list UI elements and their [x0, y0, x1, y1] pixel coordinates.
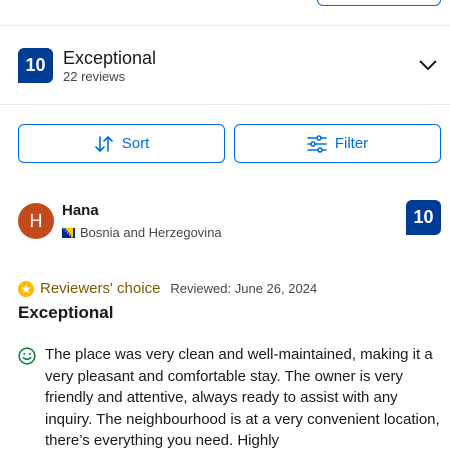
summary-score-badge: 10 — [18, 48, 53, 83]
reviewers-choice-row: Reviewers' choice Reviewed: June 26, 202… — [18, 280, 317, 297]
reviewed-date: Reviewed: June 26, 2024 — [170, 281, 318, 296]
chevron-down-icon[interactable] — [417, 56, 439, 74]
sort-label: Sort — [121, 135, 150, 152]
star-badge-icon — [18, 280, 34, 297]
sort-button[interactable]: Sort — [18, 124, 225, 163]
filter-icon — [307, 134, 327, 153]
summary-title: Exceptional — [63, 48, 157, 68]
divider-summary — [0, 104, 450, 105]
divider-top — [0, 25, 450, 26]
flag-icon — [62, 227, 75, 238]
reviewers-choice-label: Reviewers' choice — [40, 280, 161, 297]
filter-button[interactable]: Filter — [234, 124, 441, 163]
review-title: Exceptional — [18, 303, 114, 322]
summary-review-count: 22 reviews — [63, 69, 126, 84]
filter-label: Filter — [334, 135, 369, 152]
country-label: Bosnia and Herzegovina — [80, 225, 222, 240]
review-text: The place was very clean and well-mainta… — [45, 346, 440, 449]
smile-icon — [18, 347, 36, 365]
avatar: H — [18, 203, 54, 239]
reviewer-name: Hana — [62, 202, 99, 219]
top-button-edge[interactable] — [317, 0, 441, 6]
review-score-badge: 10 — [406, 200, 441, 235]
reviewer-country: Bosnia and Herzegovina — [62, 225, 222, 240]
sort-icon — [94, 135, 113, 152]
